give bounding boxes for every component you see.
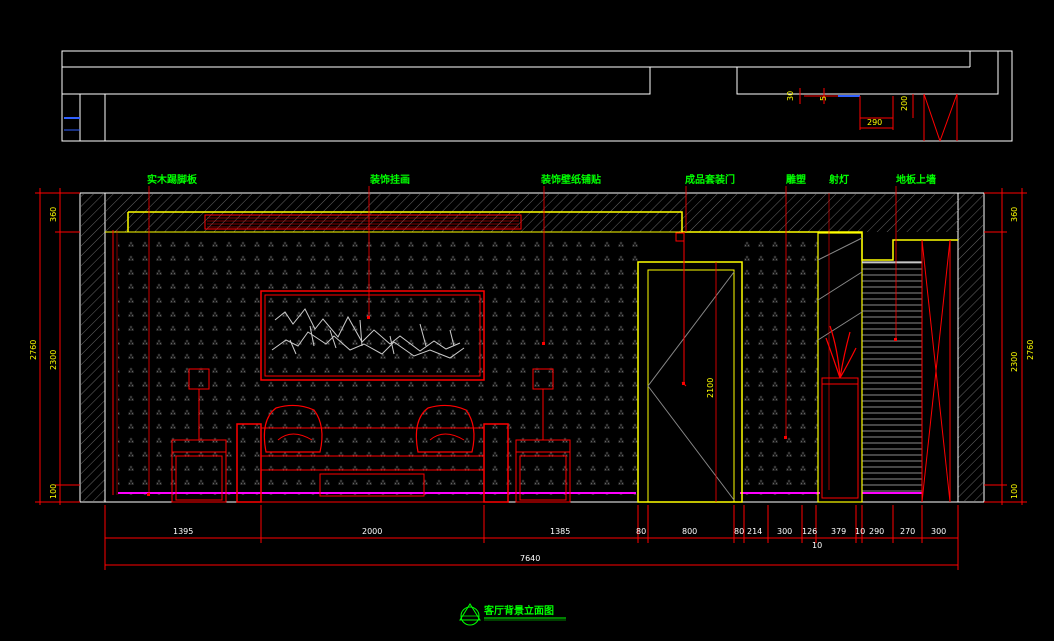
dim-h-6: 80 bbox=[734, 527, 744, 536]
dim-h-1: 1395 bbox=[173, 527, 193, 536]
dim-left-total: 2760 bbox=[29, 340, 38, 360]
left-wall-hatch bbox=[81, 194, 105, 501]
dim-h-3: 1385 bbox=[550, 527, 570, 536]
dim-door-height: 2100 bbox=[706, 378, 715, 398]
drawing-title: 客厅背景立面图 bbox=[459, 603, 566, 626]
label-sculpture: 雕塑 bbox=[786, 173, 806, 186]
dim-h-5: 800 bbox=[682, 527, 697, 536]
dim-right-lower: 100 bbox=[1010, 484, 1019, 499]
section-dim-290: 290 bbox=[867, 118, 882, 127]
main-elevation bbox=[79, 186, 985, 503]
dim-h-14: 300 bbox=[931, 527, 946, 536]
drawing-title-text: 客厅背景立面图 bbox=[483, 604, 554, 617]
right-vertical-dims: 360 2300 100 2760 bbox=[984, 188, 1035, 505]
section-dim-200: 200 bbox=[900, 96, 909, 111]
dim-h-4: 80 bbox=[636, 527, 646, 536]
ceiling-section: 30 5 200 290 bbox=[61, 50, 1013, 142]
label-solid-wood-skirting: 实木踢脚板 bbox=[147, 173, 198, 186]
dim-h-under: 10 bbox=[812, 541, 822, 550]
dim-h-8: 300 bbox=[777, 527, 792, 536]
label-finished-door: 成品套装门 bbox=[685, 173, 735, 186]
section-dim-5: 5 bbox=[819, 96, 828, 101]
dim-left-upper: 360 bbox=[49, 207, 58, 222]
horizontal-dims: 1395 2000 1385 80 800 80 214 300 126 379… bbox=[104, 505, 959, 570]
dim-h-11: 10 bbox=[855, 527, 865, 536]
dim-h-13: 270 bbox=[900, 527, 915, 536]
sculpture-niche bbox=[817, 193, 863, 503]
right-wall-hatch bbox=[958, 194, 983, 501]
dim-right-upper: 360 bbox=[1010, 207, 1019, 222]
dim-h-12: 290 bbox=[869, 527, 884, 536]
dim-h-10: 379 bbox=[831, 527, 846, 536]
label-decorative-painting: 装饰挂画 bbox=[369, 173, 410, 186]
left-vertical-dims: 2760 360 2300 100 bbox=[29, 188, 80, 505]
floor-on-wall bbox=[862, 239, 951, 503]
dim-h-7: 214 bbox=[747, 527, 762, 536]
dim-h-2: 2000 bbox=[362, 527, 382, 536]
dim-h-9: 126 bbox=[802, 527, 817, 536]
elevation-drawing: ⁂ 30 5 200 290 bbox=[29, 50, 1035, 626]
annotation-labels: 实木踢脚板 装饰挂画 装饰壁纸铺贴 成品套装门 雕塑 射灯 地板上墙 bbox=[147, 173, 936, 186]
dim-left-middle: 2300 bbox=[49, 350, 58, 370]
dim-h-total: 7640 bbox=[520, 554, 540, 563]
label-spotlight: 射灯 bbox=[828, 173, 849, 186]
label-wallpaper: 装饰壁纸铺贴 bbox=[540, 173, 601, 186]
door bbox=[637, 232, 743, 503]
section-dim-30: 30 bbox=[786, 91, 795, 101]
elevation-marker-icon bbox=[459, 603, 481, 626]
dim-right-total: 2760 bbox=[1026, 340, 1035, 360]
dim-left-lower: 100 bbox=[49, 484, 58, 499]
dim-right-middle: 2300 bbox=[1010, 352, 1019, 372]
label-floor-on-wall: 地板上墙 bbox=[896, 173, 936, 186]
